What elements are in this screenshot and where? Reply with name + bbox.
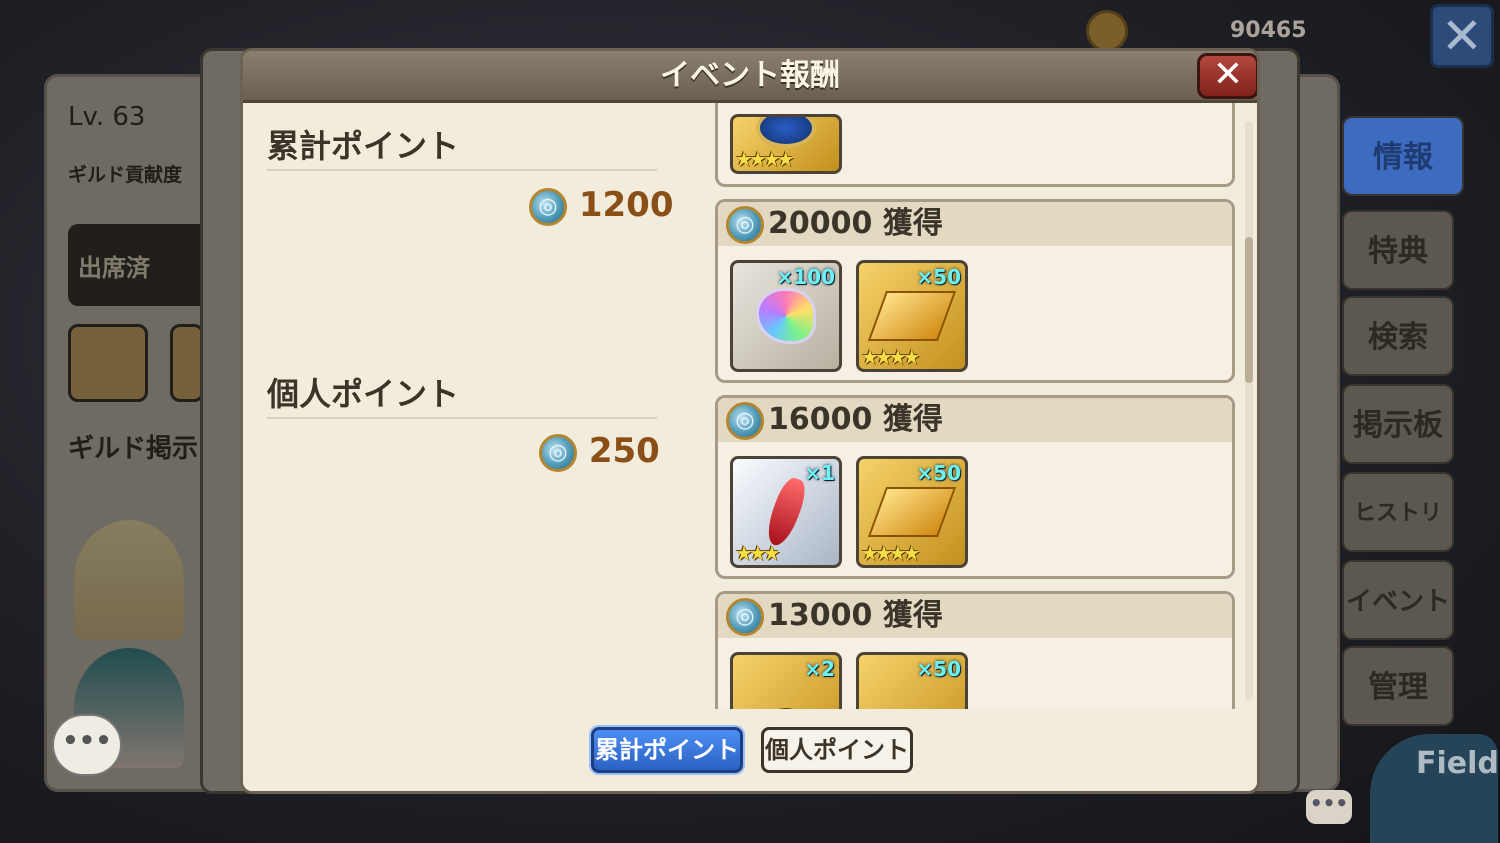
point-coin-icon: ◎ [539, 433, 577, 472]
close-icon[interactable]: ✕ [1430, 4, 1494, 68]
scrollbar-thumb[interactable] [1245, 237, 1253, 383]
menu-history-button[interactable]: ヒストリー [1342, 472, 1454, 606]
guild-board-label: ギルド掲示 [68, 434, 199, 464]
cumulative-points-label: 累計ポイント [267, 127, 460, 165]
point-coin-icon: ◎ [726, 206, 764, 244]
cumulative-points-row: ◎ 1200 [529, 185, 673, 226]
dialog-title: イベント報酬 [660, 58, 840, 93]
item-count: ×50 [916, 657, 961, 681]
cumulative-points-value: 1200 [578, 185, 674, 225]
reward-threshold: 13000 獲得 [768, 598, 943, 633]
reward-card-header: ◎ 16000 獲得 [718, 398, 1232, 442]
gold-pouch-icon[interactable]: ×2 [730, 652, 842, 709]
member-avatar[interactable] [74, 520, 184, 640]
reward-card-header: ◎ 13000 獲得 [718, 594, 1232, 638]
menu-board-button[interactable]: 掲示板 [1342, 384, 1454, 464]
reward-threshold: 16000 獲得 [768, 402, 943, 437]
field-button[interactable]: Field [1370, 734, 1499, 843]
item-count: ×50 [916, 461, 961, 485]
menu-manage-button[interactable]: 管理 [1342, 646, 1454, 726]
point-coin-icon: ◎ [529, 187, 567, 226]
gold-bars-icon[interactable]: ×50 ★★★★ [856, 260, 968, 372]
reward-card: ★★★★ [715, 103, 1235, 187]
menu-event-button[interactable]: イベント [1342, 560, 1454, 640]
tab-personal-points[interactable]: 個人ポイント [761, 727, 913, 773]
guild-info-column: Lv. 63 ギルド貢献度 出席済 ギルド掲示 [44, 74, 218, 792]
menu-benefits-button[interactable]: 特典 [1342, 210, 1454, 290]
personal-points-label: 個人ポイント [267, 375, 460, 413]
reward-list[interactable]: ★★★★ ◎ 20000 獲得 ×100 ×50 ★★★★ ◎ 16000 獲得… [713, 103, 1243, 709]
rarity-stars: ★★★ [735, 541, 781, 565]
currency-amount: 90465 [1230, 18, 1307, 43]
medal-icon[interactable]: ★★★★ [730, 114, 842, 174]
rarity-stars: ★★★★ [861, 541, 921, 565]
gold-bars-icon[interactable]: ×50 [856, 652, 968, 709]
guild-contribution-label: ギルド貢献度 [68, 164, 183, 186]
menu-info-button[interactable]: 情報 [1342, 116, 1464, 196]
attendance-button[interactable]: 出席済 [68, 224, 218, 306]
item-count: ×100 [776, 265, 835, 289]
rarity-stars: ★★★★ [861, 345, 921, 369]
point-coin-icon: ◎ [726, 402, 764, 440]
tab-cumulative-points[interactable]: 累計ポイント [591, 727, 743, 773]
item-count: ×2 [804, 657, 835, 681]
reward-card: ◎ 13000 獲得 ×2 ×50 [715, 591, 1235, 709]
divider [267, 417, 657, 419]
point-coin-icon: ◎ [726, 598, 764, 636]
reward-card: ◎ 20000 獲得 ×100 ×50 ★★★★ [715, 199, 1235, 383]
gold-bars-icon[interactable]: ×50 ★★★★ [856, 456, 968, 568]
item-count: ×1 [804, 461, 835, 485]
reward-card: ◎ 16000 獲得 ×1 ★★★ ×50 ★★★★ [715, 395, 1235, 579]
dialog-header: イベント報酬 [243, 51, 1257, 103]
personal-points-row: ◎ 250 [539, 431, 660, 472]
guild-coin-icon [1086, 10, 1128, 52]
reward-threshold: 20000 獲得 [768, 206, 943, 241]
rainbow-crystal-icon[interactable]: ×100 [730, 260, 842, 372]
chat-button[interactable]: ••• [52, 714, 122, 776]
menu-search-button[interactable]: 検索 [1342, 296, 1454, 376]
item-count: ×50 [916, 265, 961, 289]
player-level: Lv. 63 [68, 102, 146, 132]
red-crystal-icon[interactable]: ×1 ★★★ [730, 456, 842, 568]
divider [267, 169, 657, 171]
scrollbar-track[interactable] [1245, 121, 1253, 701]
close-button[interactable]: ✕ [1197, 53, 1257, 99]
guild-emblem-icon[interactable] [68, 324, 148, 402]
personal-points-value: 250 [588, 431, 660, 471]
chat-mini-icon[interactable]: ••• [1306, 790, 1352, 824]
rarity-stars: ★★★★ [735, 147, 795, 171]
event-reward-dialog: イベント報酬 ✕ 累計ポイント ◎ 1200 個人ポイント ◎ 250 ★★★★… [240, 48, 1260, 794]
reward-card-header: ◎ 20000 獲得 [718, 202, 1232, 246]
guild-emblem-icon-2[interactable] [170, 324, 204, 402]
